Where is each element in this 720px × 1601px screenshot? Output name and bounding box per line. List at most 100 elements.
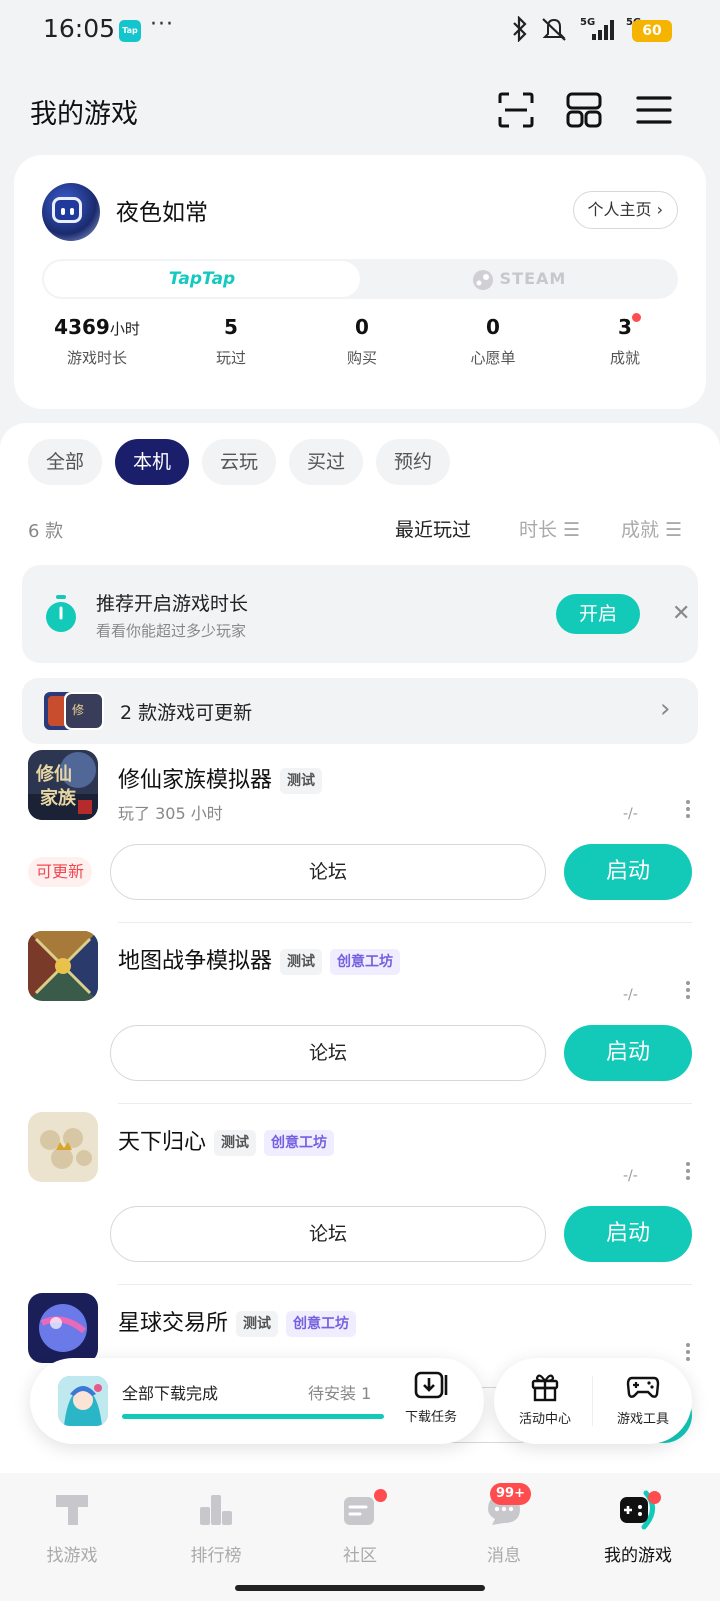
stat-label: 成就 xyxy=(609,349,640,367)
sort-achievements[interactable]: 成就 ☰ xyxy=(621,515,682,542)
game-item: 天下归心 测试 创意工坊 -/- 论坛 启动 xyxy=(0,1112,720,1296)
stat-wishlist[interactable]: 0 心愿单 xyxy=(426,315,560,368)
username[interactable]: 夜色如常 xyxy=(116,193,208,227)
stat-value: 5 xyxy=(224,315,238,339)
more-options-icon[interactable] xyxy=(686,979,692,999)
activity-center-button[interactable]: 活动中心 xyxy=(500,1370,590,1427)
banner-title: 推荐开启游戏时长 xyxy=(96,593,249,615)
sort-recent[interactable]: 最近玩过 xyxy=(395,515,471,542)
stat-value: 4369 xyxy=(54,315,110,339)
homepage-button[interactable]: 个人主页 › xyxy=(572,191,678,229)
launch-button[interactable]: 启动 xyxy=(564,844,692,900)
launch-button[interactable]: 启动 xyxy=(564,1206,692,1262)
launch-button[interactable]: 启动 xyxy=(564,1025,692,1081)
nav-label: 消息 xyxy=(487,1546,521,1566)
test-tag: 测试 xyxy=(280,768,323,794)
game-count: 6 款 xyxy=(28,521,64,542)
download-task-icon xyxy=(414,1371,448,1399)
filter-bought[interactable]: 买过 xyxy=(289,439,364,485)
sort-duration[interactable]: 时长 ☰ xyxy=(519,515,580,542)
avatar[interactable] xyxy=(42,183,100,241)
forum-button[interactable]: 论坛 xyxy=(110,844,546,900)
message-badge: 99+ xyxy=(490,1483,531,1505)
bottom-nav: 找游戏 排行榜 社区 99+ 消息 我的游戏 xyxy=(0,1473,720,1601)
workshop-tag: 创意工坊 xyxy=(264,1130,335,1156)
svg-text:5G: 5G xyxy=(580,17,595,28)
page-title: 我的游戏 xyxy=(30,99,138,130)
scan-icon[interactable] xyxy=(496,90,536,130)
grid-view-icon[interactable] xyxy=(564,90,604,130)
updates-text: 2 款游戏可更新 xyxy=(120,702,253,724)
activity-center-label: 活动中心 xyxy=(518,1412,571,1427)
filter-cloud[interactable]: 云玩 xyxy=(202,439,277,485)
stat-label: 心愿单 xyxy=(470,349,516,367)
download-tasks-button[interactable]: 下载任务 xyxy=(396,1370,466,1425)
enable-button[interactable]: 开启 xyxy=(556,594,640,634)
download-task-label: 下载任务 xyxy=(404,1410,457,1425)
download-progress-bar xyxy=(122,1414,384,1419)
game-icon-xiuxian[interactable]: 修仙 家族 xyxy=(28,750,98,820)
stat-achievements[interactable]: 3 成就 xyxy=(558,313,692,368)
svg-text:修: 修 xyxy=(72,702,84,717)
nav-find-games[interactable]: 找游戏 xyxy=(0,1487,144,1566)
game-name[interactable]: 星球交易所 测试 创意工坊 xyxy=(118,1305,357,1337)
stats-row: 4369小时 游戏时长 5 玩过 0 购买 0 心愿单 3 成就 xyxy=(14,313,706,375)
ranking-icon xyxy=(200,1495,232,1525)
game-icon-tianxia[interactable] xyxy=(28,1112,98,1182)
nav-label: 我的游戏 xyxy=(604,1546,672,1566)
gift-icon xyxy=(531,1374,559,1402)
stat-unit: 小时 xyxy=(109,320,140,338)
stat-label: 游戏时长 xyxy=(66,349,127,367)
nav-rankings[interactable]: 排行榜 xyxy=(144,1487,288,1566)
nav-community[interactable]: 社区 xyxy=(288,1487,432,1566)
game-name[interactable]: 地图战争模拟器 测试 创意工坊 xyxy=(118,943,401,975)
stat-purchased[interactable]: 0 购买 xyxy=(295,315,429,368)
update-available-badge[interactable]: 可更新 xyxy=(28,857,93,887)
game-tools-button[interactable]: 游戏工具 xyxy=(598,1370,688,1427)
update-game-thumbnails: 修 xyxy=(44,692,104,730)
test-tag: 测试 xyxy=(280,949,323,975)
platform-switch: TapTap STEAM xyxy=(42,259,678,299)
more-options-icon[interactable] xyxy=(686,798,692,818)
forum-button[interactable]: 论坛 xyxy=(110,1206,546,1262)
game-icon-planet-exchange[interactable] xyxy=(28,1293,98,1363)
stat-played[interactable]: 5 玩过 xyxy=(164,315,298,368)
achievement-dot xyxy=(632,313,641,322)
download-status-bar[interactable]: 全部下载完成 待安装 1 下载任务 xyxy=(30,1358,484,1444)
community-dot xyxy=(374,1489,387,1502)
platform-tab-steam[interactable]: STEAM xyxy=(360,259,678,299)
game-tools-label: 游戏工具 xyxy=(616,1412,669,1427)
pending-install[interactable]: 待安装 1 xyxy=(308,1380,371,1404)
svg-text:家族: 家族 xyxy=(40,787,77,809)
game-score: -/- xyxy=(623,987,638,1003)
test-tag: 测试 xyxy=(236,1311,279,1337)
menu-icon[interactable] xyxy=(634,90,674,130)
workshop-tag: 创意工坊 xyxy=(330,949,401,975)
tool-divider xyxy=(592,1376,593,1426)
game-name[interactable]: 修仙家族模拟器 测试 xyxy=(118,762,323,794)
close-icon[interactable]: ✕ xyxy=(672,601,690,626)
divider xyxy=(118,1103,692,1104)
playtime-recommend-banner: 推荐开启游戏时长 看看你能超过多少玩家 开启 ✕ xyxy=(22,565,698,663)
stat-value: 3 xyxy=(618,315,632,339)
updates-available-row[interactable]: 修 2 款游戏可更新 › xyxy=(22,678,698,744)
filter-local[interactable]: 本机 xyxy=(115,439,190,485)
more-options-icon[interactable] xyxy=(686,1341,692,1361)
more-options-icon[interactable] xyxy=(686,1160,692,1180)
nav-messages[interactable]: 99+ 消息 xyxy=(432,1483,576,1566)
game-icon-map-war[interactable] xyxy=(28,931,98,1001)
mute-icon xyxy=(542,18,566,41)
forum-button[interactable]: 论坛 xyxy=(110,1025,546,1081)
stat-playtime[interactable]: 4369小时 游戏时长 xyxy=(30,315,164,368)
tools-pill: 活动中心 游戏工具 xyxy=(494,1358,692,1444)
filter-reserved[interactable]: 预约 xyxy=(376,439,451,485)
platform-tab-taptap[interactable]: TapTap xyxy=(44,261,360,297)
game-name[interactable]: 天下归心 测试 创意工坊 xyxy=(118,1124,335,1156)
downloaded-game-thumbnail xyxy=(58,1376,108,1426)
my-games-dot xyxy=(648,1491,661,1504)
filter-all[interactable]: 全部 xyxy=(28,439,103,485)
steam-label: STEAM xyxy=(499,269,567,288)
banner-subtitle: 看看你能超过多少玩家 xyxy=(96,622,247,640)
home-indicator[interactable] xyxy=(235,1585,485,1591)
nav-my-games[interactable]: 我的游戏 xyxy=(566,1487,710,1566)
